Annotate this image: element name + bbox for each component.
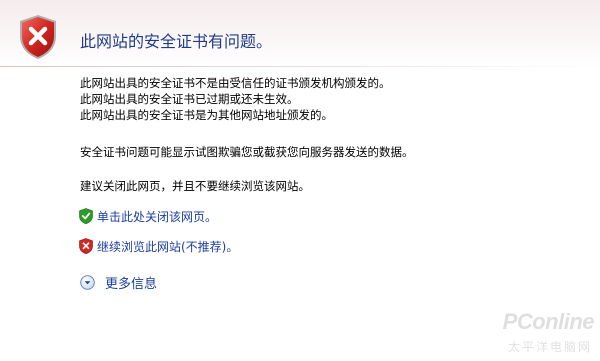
- error-shield-icon: [20, 15, 56, 59]
- close-page-label: 单击此处关闭该网页。: [97, 209, 218, 224]
- reasons-block: 此网站出具的安全证书不是由受信任的证书颁发机构颁发的。 此网站出具的安全证书已过…: [80, 75, 391, 123]
- advice-text: 建议关闭此网页，并且不要继续浏览该网站。: [80, 179, 310, 193]
- page-title: 此网站的安全证书有问题。: [80, 32, 273, 51]
- green-shield-check-icon: [79, 208, 93, 224]
- watermark: PConline 太平洋电脑网: [476, 303, 595, 357]
- reason-mismatch: 此网站出具的安全证书是为其他网站地址颁发的。: [80, 108, 333, 122]
- reason-expired: 此网站出具的安全证书已过期或还未生效。: [80, 92, 299, 106]
- watermark-logo: PConline: [502, 309, 595, 334]
- continue-site-link[interactable]: 继续浏览此网站(不推荐)。: [79, 237, 238, 255]
- risk-text: 安全证书问题可能显示试图欺骗您或截获您向服务器发送的数据。: [80, 145, 414, 159]
- more-info-toggle[interactable]: 更多信息: [80, 272, 157, 292]
- close-page-link[interactable]: 单击此处关闭该网页。: [79, 207, 217, 225]
- red-shield-x-icon: [79, 238, 93, 254]
- header-divider: [0, 66, 600, 67]
- chevron-down-circle-icon: [80, 274, 95, 290]
- reason-untrusted: 此网站出具的安全证书不是由受信任的证书颁发机构颁发的。: [80, 76, 391, 90]
- continue-site-label: 继续浏览此网站(不推荐)。: [97, 239, 239, 254]
- watermark-subtitle: 太平洋电脑网: [507, 340, 592, 354]
- more-info-label: 更多信息: [105, 276, 158, 292]
